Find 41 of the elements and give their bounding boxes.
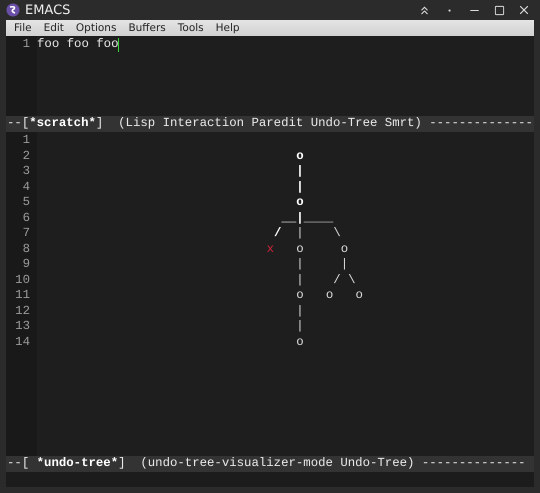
line-number: 9 (22, 257, 30, 272)
line-number: 13 (14, 319, 30, 334)
buffer-text: foo foo foo (37, 37, 118, 52)
line-number: 1 (22, 37, 30, 52)
tree-line: ____ (304, 210, 334, 226)
line-number: 7 (22, 226, 30, 242)
line-number: 2 (22, 148, 30, 164)
tree-line: | (296, 319, 304, 334)
line-number: 6 (22, 210, 30, 226)
tree-line: | | (296, 257, 348, 272)
line-number: 12 (14, 304, 30, 319)
tree-line: | (296, 164, 304, 180)
line-number: 10 (14, 272, 30, 288)
tree-line: o (296, 195, 304, 210)
tree-line: | (296, 304, 304, 319)
line-number: 3 (22, 164, 30, 180)
menu-item[interactable]: Options (70, 22, 122, 34)
tree-marker: x (266, 242, 274, 257)
tree-line: | / \ (296, 272, 356, 288)
menu-item[interactable]: Tools (172, 22, 210, 34)
tree-line: o (296, 148, 304, 164)
line-number: 5 (22, 195, 30, 210)
line-number: 14 (14, 334, 30, 350)
line-number: 11 (14, 288, 30, 304)
tree-line: | (296, 180, 304, 195)
line-number: 4 (22, 180, 30, 195)
menu-item[interactable]: Edit (38, 22, 70, 34)
tree-line: / (274, 226, 282, 242)
emacs-logo-icon (6, 3, 20, 17)
tree-line: __| (281, 210, 304, 226)
tree-line: o (296, 334, 304, 350)
tree-line: o o (296, 242, 348, 257)
tree-line: | \ (296, 226, 341, 242)
menu-item[interactable]: Buffers (122, 22, 172, 34)
window-title: EMACS (25, 2, 72, 18)
line-number: 8 (22, 242, 30, 257)
line-number: 1 (22, 133, 30, 148)
tree-line: o o o (296, 288, 363, 304)
menu-item[interactable]: File (8, 22, 38, 34)
text-cursor (118, 38, 120, 52)
menu-item[interactable]: Help (210, 22, 246, 34)
